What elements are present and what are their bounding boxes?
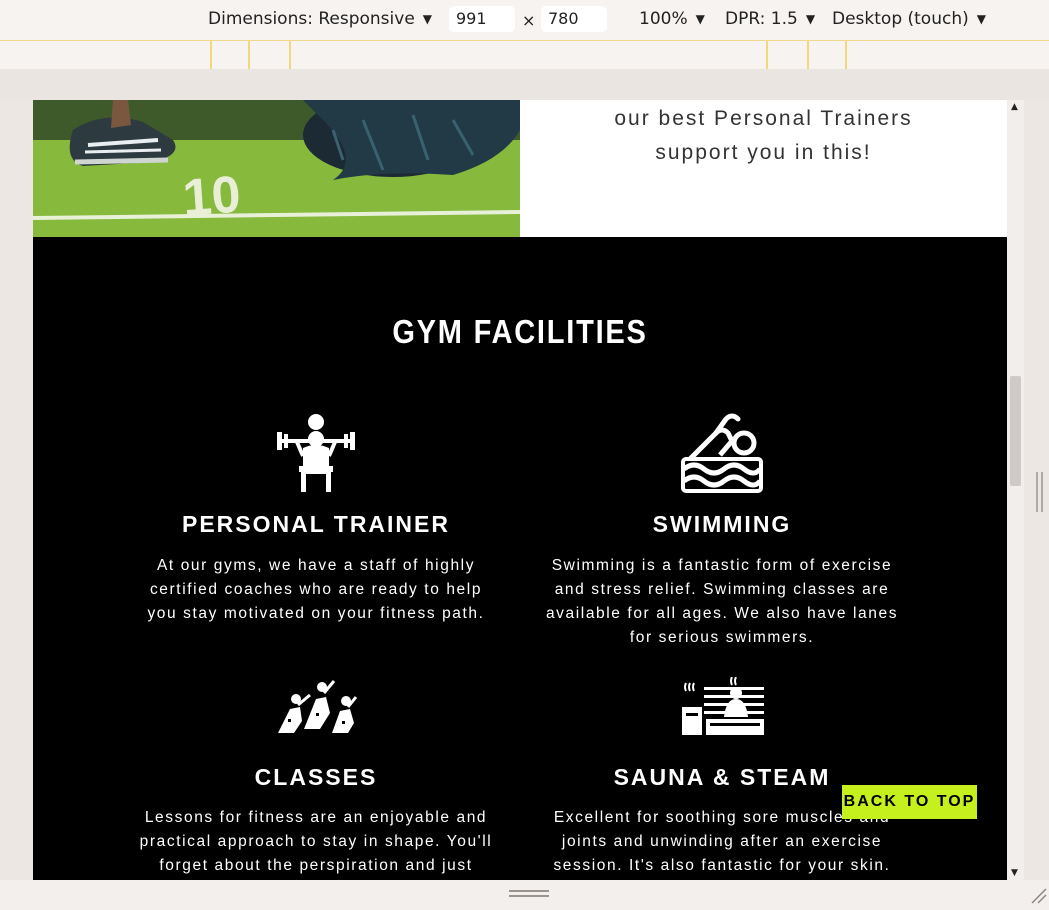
chevron-down-icon: ▼ (695, 12, 705, 26)
rowing-class-icon (278, 680, 358, 733)
gym-facilities-section: GYM FACILITIES PERSONAL TRAINER At our g… (33, 237, 1007, 880)
card-description: At our gyms, we have a staff of highly c… (126, 554, 506, 626)
ruler-tick (845, 41, 847, 69)
ruler-tick (248, 41, 250, 69)
card-line: practical approach to stay in shape. You… (139, 833, 493, 850)
card-title: CLASSES (254, 764, 378, 790)
scroll-up-arrow-icon[interactable]: ▲ (1011, 102, 1018, 112)
card-title: SWIMMING (652, 511, 792, 537)
hero-text-line: our best Personal Trainers (614, 107, 913, 130)
card-line: Swimming is a fantastic form of exercise (551, 557, 893, 574)
swimmer-icon (681, 413, 763, 493)
card-line: you stay motivated on your fitness path. (147, 605, 485, 622)
card-line: certified coaches who are ready to help (149, 581, 483, 598)
hero-image: 10 (33, 100, 520, 237)
height-input[interactable]: 780 (541, 6, 607, 32)
chevron-down-icon: ▼ (976, 12, 986, 26)
zoom-dropdown[interactable]: 100% ▼ (639, 9, 705, 29)
card-line: joints and unwinding after an exercise (561, 833, 883, 850)
times-sign: × (522, 11, 536, 30)
device-mode-dropdown[interactable]: Desktop (touch) ▼ (832, 9, 986, 29)
resize-handle-bottom[interactable] (509, 890, 549, 898)
ruler-tick (807, 41, 809, 69)
grip-line (1041, 472, 1043, 512)
hero-text: our best Personal Trainers support you i… (520, 100, 1007, 237)
hero-text-line: support you in this! (655, 141, 872, 164)
card-line: and stress relief. Swimming classes are (554, 581, 890, 598)
card-line: At our gyms, we have a staff of highly (156, 557, 476, 574)
viewport-gap (0, 69, 1049, 100)
sauna-icon (682, 677, 764, 735)
ruler-tick (766, 41, 768, 69)
ruler-tick (210, 41, 212, 69)
scrollbar-thumb[interactable] (1010, 376, 1021, 486)
page-viewport: 10 our best Personal Trainers support yo… (33, 100, 1007, 880)
media-query-ruler[interactable] (0, 40, 1049, 70)
resize-corner-icon[interactable] (1028, 885, 1048, 905)
resize-handle-right[interactable] (1036, 472, 1044, 512)
grip-line (509, 890, 549, 892)
section-title: GYM FACILITIES (392, 313, 648, 350)
back-to-top-button[interactable]: BACK TO TOP (842, 785, 977, 819)
card-line: session. It's also fantastic for your sk… (553, 857, 891, 874)
scroll-down-arrow-icon[interactable]: ▼ (1011, 868, 1018, 878)
card-title: PERSONAL TRAINER (182, 511, 450, 537)
ruler-tick (289, 41, 291, 69)
svg-text:10: 10 (181, 166, 243, 228)
device-mode-label: Desktop (touch) (832, 9, 969, 29)
dpr-dropdown[interactable]: DPR: 1.5 ▼ (725, 9, 815, 29)
dimensions-dropdown[interactable]: Dimensions: Responsive ▼ (208, 9, 432, 29)
card-line: Excellent for soothing sore muscles and (553, 809, 891, 826)
card-line: available for all ages. We also have lan… (545, 605, 899, 622)
grip-line (509, 895, 549, 897)
dimensions-label: Dimensions: Responsive (208, 9, 415, 29)
card-description: Swimming is a fantastic form of exercise… (532, 554, 912, 650)
card-line: forget about the perspiration and just (159, 857, 473, 874)
grip-line (1036, 472, 1038, 512)
device-toolbar: Dimensions: Responsive ▼ 991 × 780 100% … (0, 0, 1049, 40)
weightlifting-icon (277, 414, 355, 492)
dpr-label: DPR: 1.5 (725, 9, 798, 29)
card-line: Lessons for fitness are an enjoyable and (144, 809, 488, 826)
width-input[interactable]: 991 (449, 6, 515, 32)
chevron-down-icon: ▼ (422, 12, 433, 26)
chevron-down-icon: ▼ (805, 12, 816, 26)
vertical-scrollbar[interactable]: ▲ ▼ (1007, 100, 1024, 880)
field-photo: 10 (33, 100, 520, 237)
zoom-label: 100% (639, 9, 688, 29)
card-line: for serious swimmers. (629, 629, 815, 646)
card-description: Lessons for fitness are an enjoyable and… (126, 806, 506, 878)
